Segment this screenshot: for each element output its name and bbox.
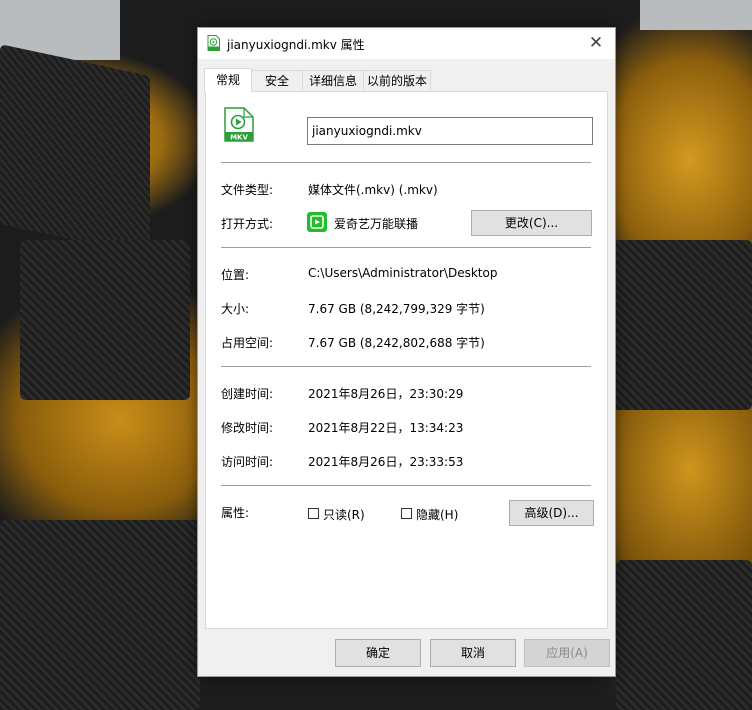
wallpaper-shape xyxy=(0,520,200,710)
change-button[interactable]: 更改(C)... xyxy=(471,210,592,236)
cancel-button[interactable]: 取消 xyxy=(430,639,516,667)
separator xyxy=(221,366,591,367)
wallpaper-shape xyxy=(640,0,752,30)
advanced-button[interactable]: 高级(D)... xyxy=(509,500,594,526)
separator xyxy=(221,162,591,163)
disk-size-label: 占用空间: xyxy=(221,336,274,350)
tab-security[interactable]: 安全 xyxy=(251,70,303,90)
open-with-label: 打开方式: xyxy=(221,217,274,231)
file-type-value: 媒体文件(.mkv) (.mkv) xyxy=(308,183,438,197)
modified-value: 2021年8月22日，13:34:23 xyxy=(308,421,464,435)
properties-dialog: jianyuxiogndi.mkv 属性 ✕ 常规 安全 详细信息 以前的版本 … xyxy=(197,27,616,677)
size-value: 7.67 GB (8,242,799,329 字节) xyxy=(308,302,485,316)
close-button[interactable]: ✕ xyxy=(583,31,609,55)
general-panel: MKV 文件类型: 媒体文件(.mkv) (.mkv) 打开方式: 爱奇艺万能联… xyxy=(205,91,608,629)
disk-size-value: 7.67 GB (8,242,802,688 字节) xyxy=(308,336,485,350)
created-value: 2021年8月26日，23:30:29 xyxy=(308,387,464,401)
wallpaper-shape xyxy=(610,240,752,410)
accessed-value: 2021年8月26日，23:33:53 xyxy=(308,455,464,469)
separator xyxy=(221,247,591,248)
tab-previous-versions[interactable]: 以前的版本 xyxy=(363,70,431,90)
modified-label: 修改时间: xyxy=(221,421,274,435)
mkv-icon-text: MKV xyxy=(230,134,248,142)
file-name-input[interactable] xyxy=(307,117,593,145)
iqiyi-player-icon xyxy=(307,212,327,232)
wallpaper-shape xyxy=(20,240,190,400)
tab-details[interactable]: 详细信息 xyxy=(302,70,364,90)
mkv-file-icon xyxy=(207,35,220,51)
location-label: 位置: xyxy=(221,268,250,282)
tab-general[interactable]: 常规 xyxy=(204,68,252,92)
apply-button[interactable]: 应用(A) xyxy=(524,639,610,667)
size-label: 大小: xyxy=(221,302,250,316)
file-type-label: 文件类型: xyxy=(221,183,274,197)
title-bar[interactable]: jianyuxiogndi.mkv 属性 ✕ xyxy=(198,28,615,59)
wallpaper-shape xyxy=(0,44,150,256)
created-label: 创建时间: xyxy=(221,387,274,401)
mkv-file-icon: MKV xyxy=(224,107,254,142)
ok-button[interactable]: 确定 xyxy=(335,639,421,667)
separator xyxy=(221,485,591,486)
location-value: C:\Users\Administrator\Desktop xyxy=(308,266,498,280)
accessed-label: 访问时间: xyxy=(221,455,274,469)
open-with-value: 爱奇艺万能联播 xyxy=(334,217,419,231)
attributes-label: 属性: xyxy=(221,506,250,520)
wallpaper-shape xyxy=(616,560,752,710)
window-title: jianyuxiogndi.mkv 属性 xyxy=(227,38,365,52)
readonly-label[interactable]: 只读(R) xyxy=(323,506,365,523)
hidden-checkbox[interactable] xyxy=(401,508,412,519)
readonly-checkbox[interactable] xyxy=(308,508,319,519)
hidden-label[interactable]: 隐藏(H) xyxy=(416,506,458,523)
